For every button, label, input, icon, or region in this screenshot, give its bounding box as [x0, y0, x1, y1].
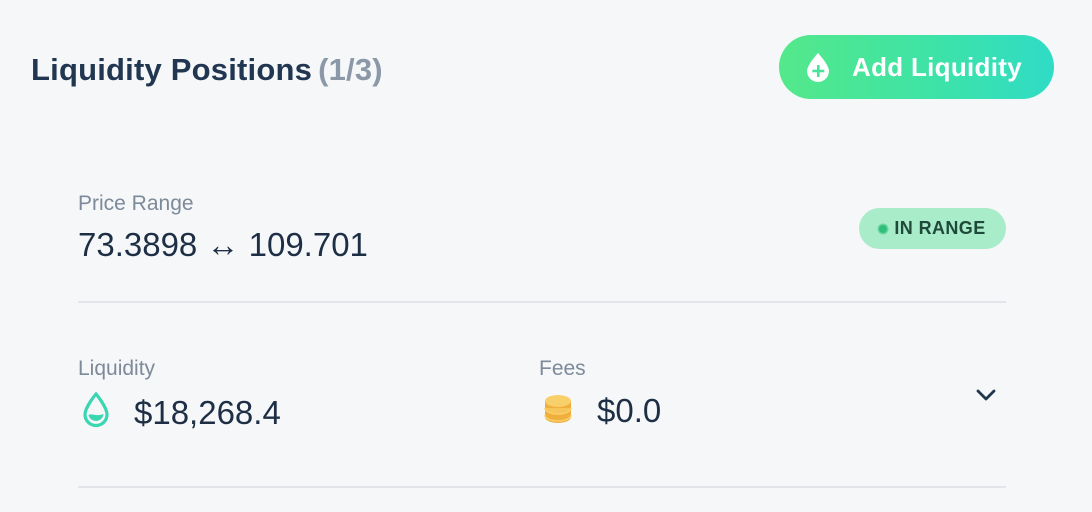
status-badge-label: IN RANGE [894, 218, 986, 238]
add-liquidity-label: Add Liquidity [852, 51, 1022, 82]
price-range-value: 73.3898 ↔ 109.701 [78, 226, 368, 263]
liquidity-value: $18,268.4 [134, 393, 281, 431]
chevron-down-icon[interactable] [974, 384, 998, 406]
fees-label: Fees [539, 357, 586, 380]
liquidity-positions-page: Liquidity Positions (1/3) Add Liquidity P… [0, 0, 1092, 512]
page-title-text: Liquidity Positions [31, 52, 313, 87]
coins-icon [543, 393, 573, 430]
position-count: (1/3) [318, 52, 383, 87]
droplet-plus-icon [805, 52, 831, 82]
droplet-icon [82, 391, 110, 433]
status-badge: IN RANGE [859, 208, 1006, 249]
status-dot-icon [879, 224, 888, 233]
divider [78, 486, 1006, 488]
fees-value: $0.0 [597, 392, 662, 429]
divider [78, 301, 1006, 303]
liquidity-label: Liquidity [78, 357, 156, 380]
liquidity-value-row: $18,268.4 [82, 391, 281, 433]
add-liquidity-button[interactable]: Add Liquidity [779, 35, 1054, 99]
page-title: Liquidity Positions (1/3) [31, 52, 383, 88]
fees-value-row: $0.0 [543, 392, 661, 430]
price-range-label: Price Range [78, 192, 194, 215]
